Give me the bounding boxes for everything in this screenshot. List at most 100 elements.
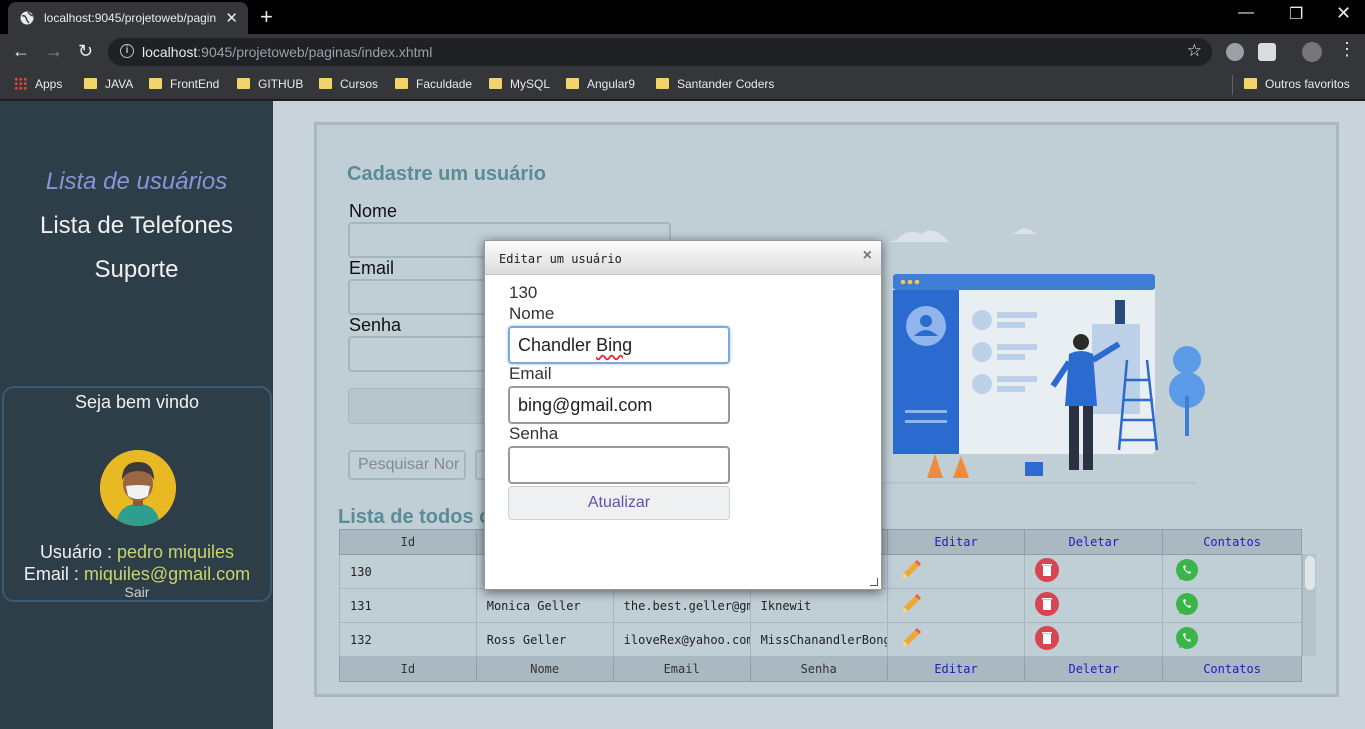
bookmark-apps[interactable]: Apps bbox=[14, 77, 62, 91]
edit-password-input[interactable] bbox=[508, 446, 730, 484]
user-label: Usuário : bbox=[39, 542, 112, 562]
bookmark-other-favorites[interactable]: Outros favoritos bbox=[1244, 77, 1350, 91]
col-deletar[interactable]: Deletar bbox=[1024, 656, 1164, 682]
close-tab-icon[interactable]: ✕ bbox=[225, 9, 238, 27]
edit-email-input[interactable]: bing@gmail.com bbox=[508, 386, 730, 424]
col-id: Id bbox=[339, 656, 477, 682]
email-line: Email : miquiles@gmail.com bbox=[4, 564, 270, 585]
pencil-icon[interactable] bbox=[898, 591, 924, 617]
close-window-icon[interactable]: ✕ bbox=[1336, 3, 1351, 24]
register-title: Cadastre um usuário bbox=[347, 163, 546, 185]
tab-title: localhost:9045/projetoweb/pagin bbox=[44, 11, 217, 25]
folder-icon bbox=[237, 78, 250, 89]
forward-icon[interactable]: → bbox=[45, 41, 63, 62]
restore-icon[interactable]: ❐ bbox=[1289, 4, 1303, 24]
extension-cube-icon[interactable] bbox=[1258, 43, 1276, 61]
browser-tabstrip: localhost:9045/projetoweb/pagin ✕ + — ❐ … bbox=[0, 0, 1365, 34]
edit-name-input[interactable]: Chandler Bing bbox=[508, 326, 730, 364]
whatsapp-icon[interactable] bbox=[1173, 592, 1201, 616]
folder-icon bbox=[489, 78, 502, 89]
pencil-icon[interactable] bbox=[898, 625, 924, 651]
col-editar[interactable]: Editar bbox=[886, 529, 1026, 555]
table-scrollbar[interactable] bbox=[1302, 554, 1316, 656]
folder-icon bbox=[566, 78, 579, 89]
page: Lista de usuários Lista de Telefones Sup… bbox=[0, 101, 1365, 729]
menu-dots-icon[interactable]: ⋮ bbox=[1338, 39, 1356, 60]
cell-senha: Iknewit bbox=[749, 588, 888, 623]
cell-delete bbox=[1024, 588, 1164, 623]
cell-nome: Ross Geller bbox=[475, 622, 614, 657]
bookmark-santander-coders[interactable]: Santander Coders bbox=[656, 77, 774, 91]
col-contatos[interactable]: Contatos bbox=[1162, 529, 1302, 555]
table-row: 131 Monica Geller the.best.geller@gm Ikn… bbox=[339, 588, 1302, 623]
whatsapp-icon[interactable] bbox=[1173, 626, 1201, 650]
cell-edit bbox=[886, 622, 1026, 657]
bookmark-star-icon[interactable]: ☆ bbox=[1187, 41, 1202, 61]
sidebar: Lista de usuários Lista de Telefones Sup… bbox=[0, 101, 273, 729]
nav-link-phones[interactable]: Lista de Telefones bbox=[0, 212, 273, 240]
bookmark-angular9[interactable]: Angular9 bbox=[566, 77, 635, 91]
cell-contacts bbox=[1162, 588, 1302, 623]
trash-icon[interactable] bbox=[1035, 558, 1060, 582]
folder-icon bbox=[149, 78, 162, 89]
col-nome: Nome bbox=[475, 656, 614, 682]
resize-handle[interactable] bbox=[870, 578, 878, 586]
folder-icon bbox=[1244, 78, 1257, 89]
col-contatos[interactable]: Contatos bbox=[1162, 656, 1302, 682]
scrollbar-thumb[interactable] bbox=[1305, 556, 1315, 590]
profile-avatar[interactable] bbox=[1302, 42, 1322, 62]
developer-illustration bbox=[877, 228, 1205, 484]
user-avatar bbox=[100, 450, 176, 526]
edit-user-dialog: Editar um usuário × 130 Nome Chandler Bi… bbox=[484, 240, 882, 590]
bookmark-github[interactable]: GITHUB bbox=[237, 77, 303, 91]
bookmark-java[interactable]: JAVA bbox=[84, 77, 133, 91]
nav-link-users[interactable]: Lista de usuários bbox=[0, 168, 273, 196]
col-deletar[interactable]: Deletar bbox=[1024, 529, 1164, 555]
search-input[interactable]: Pesquisar Nor bbox=[348, 450, 466, 480]
whatsapp-icon[interactable] bbox=[1173, 558, 1201, 582]
bookmark-mysql[interactable]: MySQL bbox=[489, 77, 550, 91]
bookmarks-bar: Apps JAVA FrontEnd GITHUB Cursos Faculda… bbox=[0, 70, 1365, 100]
pencil-icon[interactable] bbox=[898, 557, 924, 583]
url-text[interactable]: localhost:9045/projetoweb/paginas/index.… bbox=[142, 44, 432, 60]
cell-email: iloveRex@yahoo.com bbox=[612, 622, 751, 657]
cell-contacts bbox=[1162, 554, 1302, 589]
trash-icon[interactable] bbox=[1035, 592, 1060, 616]
back-icon[interactable]: ← bbox=[12, 41, 30, 62]
cell-delete bbox=[1024, 622, 1164, 657]
cell-edit bbox=[886, 554, 1026, 589]
cell-email: the.best.geller@gm bbox=[612, 588, 751, 623]
bookmark-cursos[interactable]: Cursos bbox=[319, 77, 378, 91]
cell-id: 131 bbox=[339, 588, 477, 623]
cell-contacts bbox=[1162, 622, 1302, 657]
col-id: Id bbox=[339, 529, 477, 555]
email-label: Email bbox=[349, 258, 395, 278]
avatar-illustration bbox=[100, 450, 176, 526]
address-bar[interactable]: i localhost:9045/projetoweb/paginas/inde… bbox=[108, 38, 1212, 66]
trash-icon[interactable] bbox=[1035, 626, 1060, 650]
col-editar[interactable]: Editar bbox=[886, 656, 1026, 682]
logout-link[interactable]: Sair bbox=[4, 584, 270, 600]
extension-icon[interactable] bbox=[1226, 43, 1244, 61]
cell-id: 130 bbox=[339, 554, 477, 589]
edit-name-label: Nome bbox=[509, 304, 555, 323]
browser-tab[interactable]: localhost:9045/projetoweb/pagin ✕ bbox=[8, 2, 248, 34]
nav-link-support[interactable]: Suporte bbox=[0, 256, 273, 284]
new-tab-icon[interactable]: + bbox=[260, 4, 273, 30]
update-button[interactable]: Atualizar bbox=[508, 486, 730, 520]
close-icon[interactable]: × bbox=[863, 247, 872, 265]
cell-edit bbox=[886, 588, 1026, 623]
user-name: pedro miquiles bbox=[116, 542, 235, 562]
reload-icon[interactable]: ↻ bbox=[78, 41, 93, 62]
dialog-header: Editar um usuário × bbox=[485, 241, 881, 275]
dialog-title: Editar um usuário bbox=[499, 252, 622, 266]
apps-grid-icon bbox=[14, 77, 27, 90]
edit-password-label: Senha bbox=[509, 424, 559, 443]
cell-nome: Monica Geller bbox=[475, 588, 614, 623]
info-icon[interactable]: i bbox=[120, 44, 134, 58]
bookmark-frontend[interactable]: FrontEnd bbox=[149, 77, 219, 91]
minimize-icon[interactable]: — bbox=[1238, 4, 1254, 22]
bookmark-faculdade[interactable]: Faculdade bbox=[395, 77, 472, 91]
email-label: Email : bbox=[23, 564, 79, 584]
table-footer: Id Nome Email Senha Editar Deletar Conta… bbox=[339, 656, 1302, 682]
